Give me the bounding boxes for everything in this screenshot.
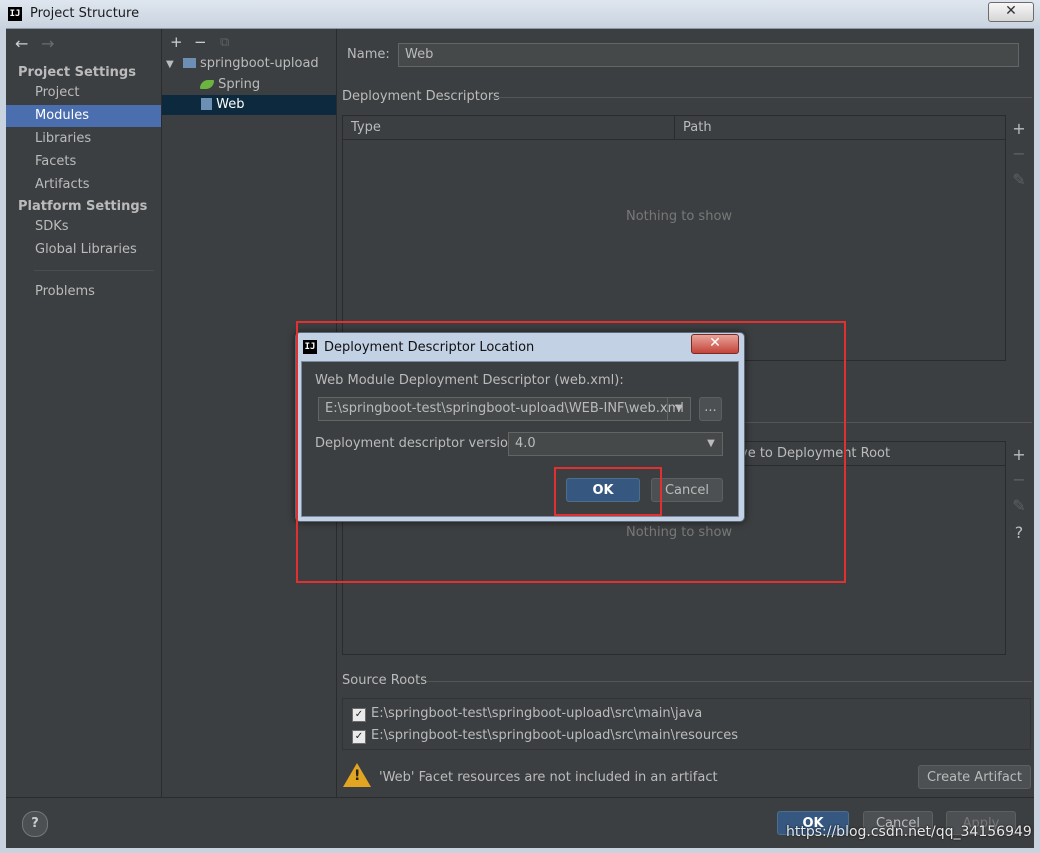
source-root-checkbox[interactable]: ✓ [352,730,366,744]
deployment-descriptors-heading: Deployment Descriptors [342,89,500,104]
source-roots-heading: Source Roots [342,673,428,688]
tree-node-web[interactable]: Web [162,95,336,115]
platform-settings-heading: Platform Settings [18,199,148,214]
help-icon[interactable]: ? [1010,523,1028,542]
web-facet-icon [201,98,212,110]
highlight-box [296,321,846,583]
warning-icon: ! [343,763,371,787]
ok-highlight-box [554,467,662,516]
window-title-bar: IJ Project Structure ✕ [0,0,1040,29]
tree-node-spring[interactable]: Spring [200,75,260,95]
remove-descriptor-icon[interactable]: − [1010,144,1028,163]
spring-leaf-icon [200,80,214,89]
create-artifact-button[interactable]: Create Artifact [918,765,1031,789]
table-header: Type Path [343,116,1005,140]
sidebar-item-facets[interactable]: Facets [6,151,161,173]
help-button[interactable]: ? [22,811,48,837]
back-arrow-icon[interactable]: ← [15,34,28,53]
forward-arrow-icon[interactable]: → [41,34,54,53]
sidebar-item-libraries[interactable]: Libraries [6,128,161,150]
watermark-text: https://blog.csdn.net/qq_34156949 [786,824,1032,840]
tree-node-label: springboot-upload [199,56,319,71]
remove-resource-icon[interactable]: − [1010,470,1028,489]
column-divider [674,116,675,140]
source-roots-list: ✓ E:\springboot-test\springboot-upload\s… [342,698,1031,750]
sidebar-divider [34,270,154,271]
group-divider [427,681,1032,682]
sidebar-item-sdks[interactable]: SDKs [6,216,161,238]
window-close-button[interactable]: ✕ [988,2,1034,22]
column-header-type[interactable]: Type [351,116,381,139]
column-header-path[interactable]: Path [683,116,712,139]
group-divider [492,97,1032,98]
sidebar-item-modules[interactable]: Modules [6,105,161,127]
tree-node-label: Spring [218,77,261,92]
sidebar-item-project[interactable]: Project [6,82,161,104]
name-field[interactable]: Web [398,43,1019,67]
intellij-logo-icon: IJ [8,7,22,21]
add-resource-icon[interactable]: + [1010,445,1028,464]
source-root-path: E:\springboot-test\springboot-upload\src… [371,728,739,743]
add-descriptor-icon[interactable]: + [1010,119,1028,138]
edit-descriptor-icon[interactable]: ✎ [1010,170,1028,189]
copy-icon[interactable]: ⧉ [220,35,229,50]
dialog-footer: ? OK Cancel Apply [6,797,1034,848]
project-settings-heading: Project Settings [18,65,136,80]
source-root-checkbox[interactable]: ✓ [352,708,366,722]
edit-resource-icon[interactable]: ✎ [1010,496,1028,515]
sidebar-item-problems[interactable]: Problems [6,281,161,303]
source-root-path: E:\springboot-test\springboot-upload\src… [371,706,703,721]
empty-table-text: Nothing to show [626,209,733,224]
warning-text: 'Web' Facet resources are not included i… [379,770,718,785]
sidebar: ← → Project Settings Project Modules Lib… [6,29,162,797]
window-title: Project Structure [30,6,140,21]
module-folder-icon [182,58,196,68]
expand-arrow-icon[interactable]: ▼ [166,59,174,70]
tree-node-label: Web [216,97,245,112]
tree-node-springboot-upload[interactable]: ▼ springboot-upload [166,54,319,74]
sidebar-item-artifacts[interactable]: Artifacts [6,174,161,196]
sidebar-item-global-libraries[interactable]: Global Libraries [6,239,161,261]
name-label: Name: [347,47,390,62]
add-icon[interactable]: + [170,33,183,51]
remove-icon[interactable]: − [194,33,207,51]
